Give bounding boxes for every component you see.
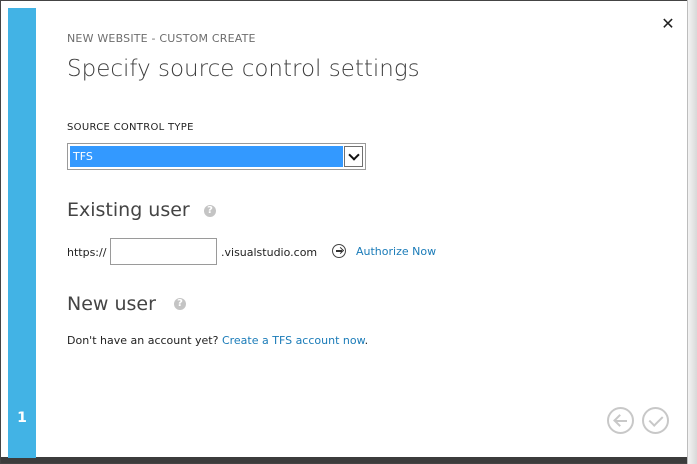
new-user-message: Don't have an account yet? Create a TFS … [67,334,368,347]
window-edge [687,0,697,464]
create-tfs-account-link[interactable]: Create a TFS account now [222,334,365,347]
close-icon[interactable]: ✕ [659,15,677,33]
account-name-input[interactable] [110,238,217,265]
source-control-type-select[interactable]: TFS [67,143,366,170]
new-user-text-end: . [364,334,369,347]
wizard-eyebrow: NEW WEBSITE - CUSTOM CREATE [67,32,256,45]
back-arrow-icon[interactable] [607,407,634,434]
url-prefix: https:// [67,246,107,259]
page-title: Specify source control settings [67,56,420,82]
question-icon[interactable]: ? [174,298,186,310]
new-user-text: Don't have an account yet? [67,334,219,347]
new-user-heading: New user [67,293,156,315]
existing-user-heading: Existing user [67,199,190,221]
chevron-down-icon[interactable] [344,146,363,167]
source-control-type-label: SOURCE CONTROL TYPE [67,122,194,133]
step-number: 1 [17,410,27,426]
checkmark-icon[interactable] [642,407,669,434]
question-icon[interactable]: ? [204,205,216,217]
authorize-now-link[interactable]: Authorize Now [356,245,436,258]
url-suffix: .visualstudio.com [221,246,318,259]
step-indicator-bar [8,8,36,458]
selected-option: TFS [70,146,343,167]
arrow-right-circle-icon[interactable] [332,244,346,258]
